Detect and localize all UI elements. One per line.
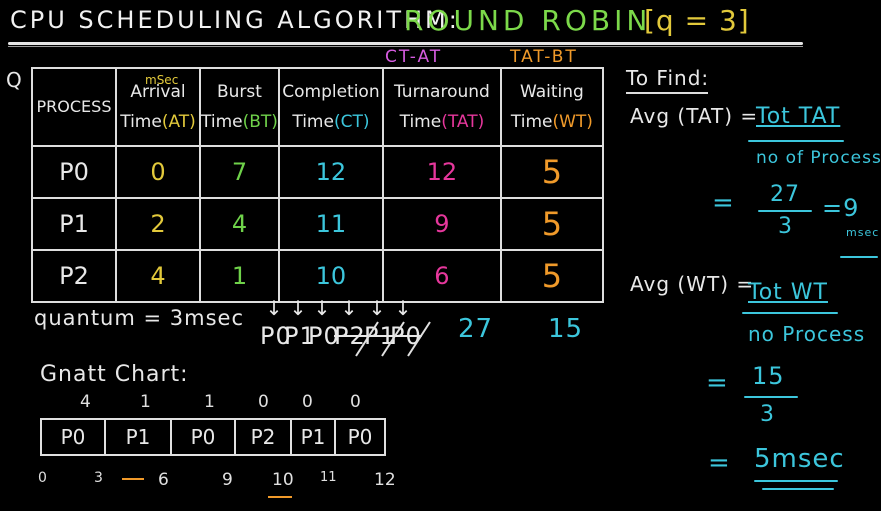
table-row: P2 4 1 10 6 5 <box>31 249 604 303</box>
tot-wt: Tot WT <box>748 280 828 305</box>
result-underline <box>754 480 838 482</box>
title-underline <box>8 42 803 45</box>
fraction-bar <box>742 312 838 314</box>
page-title: CPU SCHEDULING ALGORITHM: <box>10 6 460 34</box>
algorithm-name: ROUND ROBIN <box>404 4 652 37</box>
gantt-cell: P1 <box>292 420 336 454</box>
process-table: PROCESS mSec Arrival Time(AT) Burst Time… <box>31 67 604 303</box>
result-underline <box>762 488 834 490</box>
gantt-tick: 6 <box>158 470 169 490</box>
cell-waiting: 5 <box>499 145 604 199</box>
formula-ct-at: CT-AT <box>385 47 443 67</box>
remaining-burst: 0 <box>350 392 361 412</box>
arrow-down-icon: ↓ <box>289 296 307 320</box>
cell-turnaround: 12 <box>381 145 502 199</box>
cell-waiting: 5 <box>499 249 604 303</box>
cell-completion: 12 <box>277 145 384 199</box>
header-completion: Completion Time(CT) <box>277 67 384 147</box>
result-underline <box>840 256 878 258</box>
question-marker: Q <box>6 68 23 92</box>
cell-burst: 4 <box>199 197 280 251</box>
table-header-row: PROCESS mSec Arrival Time(AT) Burst Time… <box>31 67 604 147</box>
result-9: =9 <box>822 194 860 222</box>
header-burst: Burst Time(BT) <box>199 67 280 147</box>
avg-tat-label: Avg (TAT) = <box>630 104 759 128</box>
queue-item: P1 <box>284 322 316 350</box>
cell-completion: 10 <box>277 249 384 303</box>
gantt-cell: P0 <box>347 425 373 449</box>
gantt-tick: 0 <box>38 470 47 486</box>
numerator-27: 27 <box>770 182 800 207</box>
gantt-title: Gnatt Chart: <box>40 362 189 387</box>
cell-turnaround: 6 <box>381 249 502 303</box>
gantt-cell: P0 <box>172 420 236 454</box>
fraction-bar <box>748 140 844 142</box>
final-result: 5msec <box>754 444 845 474</box>
to-find-underline <box>626 92 708 94</box>
cell-burst: 1 <box>199 249 280 303</box>
remaining-burst: 1 <box>204 392 215 412</box>
cell-process: P2 <box>31 249 117 303</box>
cell-arrival: 0 <box>115 145 201 199</box>
gantt-cell: P2 <box>236 420 292 454</box>
gantt-tick: 9 <box>222 470 233 490</box>
cell-arrival: 2 <box>115 197 201 251</box>
sum-wt: 15 <box>548 314 584 344</box>
no-of-process-2: no Process <box>748 322 866 346</box>
cell-process: P1 <box>31 197 117 251</box>
equals-1: = <box>712 188 735 218</box>
cell-arrival: 4 <box>115 249 201 303</box>
gantt-cell: P0 <box>42 420 106 454</box>
orange-dash <box>122 478 144 480</box>
fraction-bar <box>744 396 798 398</box>
quantum-note: quantum = 3msec <box>34 306 244 330</box>
strike-marks <box>355 321 431 357</box>
table-row: P1 2 4 11 9 5 <box>31 197 604 251</box>
header-turnaround: Turnaround Time(TAT) <box>381 67 502 147</box>
formula-tat-bt: TAT-BT <box>510 47 578 67</box>
queue-item: P0 <box>260 322 292 350</box>
avg-wt-label: Avg (WT) = <box>630 272 755 296</box>
header-waiting: Waiting Time(WT) <box>499 67 604 147</box>
unit-msec: msec <box>846 226 880 239</box>
denominator-3: 3 <box>760 402 775 427</box>
arrow-down-icon: ↓ <box>265 296 283 320</box>
gantt-tick: 12 <box>374 470 396 490</box>
gantt-chart: P0 P1 P0 P2 P1 P0 <box>40 418 386 456</box>
table-row: P0 0 7 12 12 5 <box>31 145 604 199</box>
header-process: PROCESS <box>31 67 117 147</box>
remaining-burst: 1 <box>140 392 151 412</box>
sum-tat: 27 <box>458 314 494 344</box>
remaining-burst: 0 <box>302 392 313 412</box>
remaining-burst: 0 <box>258 392 269 412</box>
gantt-tick: 10 <box>272 470 294 490</box>
numerator-15: 15 <box>752 362 785 390</box>
denominator-3: 3 <box>778 214 793 239</box>
equals-3: = <box>708 448 731 478</box>
queue-item: P0 <box>308 322 340 350</box>
to-find-heading: To Find: <box>626 66 710 90</box>
quantum-bracket: [q = 3] <box>644 4 750 37</box>
gantt-tick: 11 <box>320 470 337 485</box>
header-arrival: mSec Arrival Time(AT) <box>115 67 201 147</box>
cell-process: P0 <box>31 145 117 199</box>
tot-tat: Tot TAT <box>756 104 841 129</box>
gantt-cell: P1 <box>106 420 172 454</box>
no-of-process-1: no of Process <box>756 148 881 168</box>
cell-burst: 7 <box>199 145 280 199</box>
equals-2: = <box>706 368 729 398</box>
cell-turnaround: 9 <box>381 197 502 251</box>
cell-completion: 11 <box>277 197 384 251</box>
remaining-burst: 4 <box>80 392 91 412</box>
cell-waiting: 5 <box>499 197 604 251</box>
gantt-tick: 3 <box>94 470 103 486</box>
fraction-bar <box>758 210 812 212</box>
orange-underline <box>268 496 292 498</box>
arrow-down-icon: ↓ <box>313 296 331 320</box>
